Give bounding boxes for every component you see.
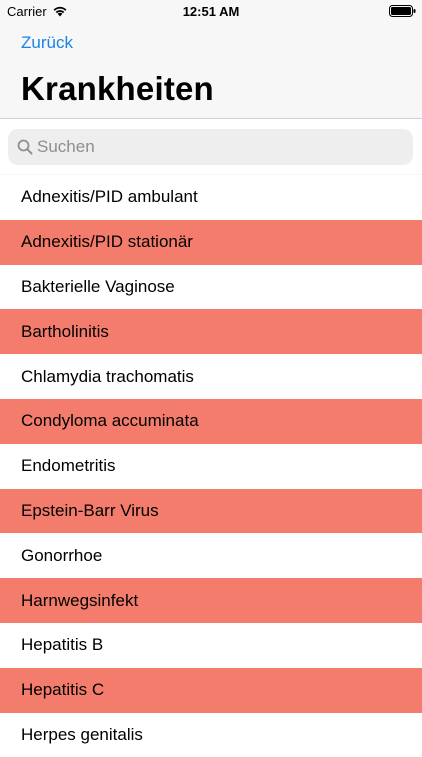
- list-item[interactable]: Herpes genitalis: [0, 712, 422, 757]
- list-item-label: Gonorrhoe: [21, 545, 103, 565]
- clock: 12:51 AM: [182, 4, 240, 19]
- list-item-label: Condyloma accuminata: [21, 411, 199, 431]
- list-item[interactable]: Hepatitis C: [0, 667, 422, 713]
- list-item-label: Epstein-Barr Virus: [21, 500, 159, 520]
- list-item-label: Adnexitis/PID stationär: [21, 232, 193, 252]
- disease-list: Adnexitis/PID ambulant Adnexitis/PID stat…: [0, 175, 422, 757]
- battery-icon: [389, 5, 416, 17]
- list-item-label: Endometritis: [21, 456, 116, 476]
- list-item[interactable]: Gonorrhoe: [0, 533, 422, 579]
- page-title: Krankheiten: [21, 70, 214, 107]
- search-bar: [0, 119, 422, 174]
- list-item[interactable]: Chlamydia trachomatis: [0, 354, 422, 399]
- list-item[interactable]: Bakterielle Vaginose: [0, 264, 422, 310]
- list-item-label: Herpes genitalis: [21, 724, 143, 744]
- list-item[interactable]: Adnexitis/PID stationär: [0, 219, 422, 265]
- list-item[interactable]: Adnexitis/PID ambulant: [0, 175, 422, 220]
- list-item[interactable]: Hepatitis B: [0, 622, 422, 668]
- list-item[interactable]: Epstein-Barr Virus: [0, 488, 422, 534]
- navigation-header: Zurück Krankheiten: [0, 22, 422, 119]
- list-item-label: Bartholinitis: [21, 321, 109, 341]
- search-input[interactable]: [37, 129, 397, 165]
- list-item-label: Hepatitis B: [21, 635, 104, 655]
- list-item[interactable]: Bartholinitis: [0, 309, 422, 355]
- search-icon: [17, 139, 33, 155]
- list-item-label: Chlamydia trachomatis: [21, 366, 194, 386]
- search-field[interactable]: [8, 129, 413, 165]
- list-item-label: Bakterielle Vaginose: [21, 276, 175, 296]
- list-item-label: Adnexitis/PID ambulant: [21, 187, 198, 207]
- back-button[interactable]: Zurück: [21, 33, 73, 53]
- list-item[interactable]: Endometritis: [0, 443, 422, 489]
- list-item[interactable]: Condyloma accuminata: [0, 398, 422, 444]
- list-item-label: Hepatitis C: [21, 680, 105, 700]
- list-item[interactable]: Harnwegsinfekt: [0, 578, 422, 623]
- status-bar: Carrier 12:51 AM: [0, 0, 422, 22]
- list-item-label: Harnwegsinfekt: [21, 590, 139, 610]
